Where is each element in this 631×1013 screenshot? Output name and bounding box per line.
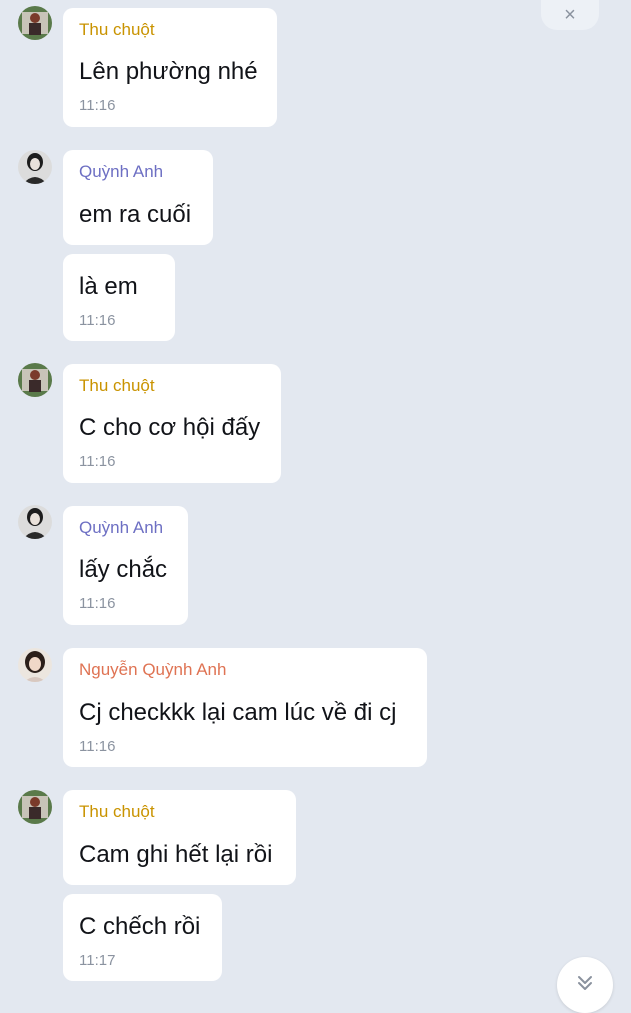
message-time: 11:16 [79, 453, 116, 470]
scroll-to-bottom-button[interactable] [557, 957, 613, 1013]
avatar-photo-icon [18, 648, 52, 682]
avatar-photo-icon [18, 6, 52, 40]
message-sender: Thu chuột [79, 376, 155, 395]
message-bubble[interactable]: Quỳnh Anh em ra cuối [63, 150, 213, 245]
message-text: Cj checkkk lại cam lúc về đi cj [79, 699, 397, 726]
message-text: là em [79, 273, 138, 300]
avatar-quynh-anh[interactable] [18, 505, 52, 539]
chat-message-list[interactable]: × Thu chuột Lên phường nhé 11:16 Quỳnh A… [0, 0, 631, 1013]
message-time: 11:16 [79, 312, 116, 329]
message-bubble[interactable]: Thu chuột Lên phường nhé 11:16 [63, 8, 277, 127]
avatar-thu-chuot[interactable] [18, 6, 52, 40]
message-bubble[interactable]: Thu chuột C cho cơ hội đấy 11:16 [63, 364, 281, 483]
double-chevron-down-icon [578, 976, 592, 990]
close-icon: × [564, 4, 576, 26]
avatar-photo-icon [18, 150, 52, 184]
message-text: Cam ghi hết lại rồi [79, 841, 273, 868]
message-text: C chếch rồi [79, 913, 201, 940]
message-sender: Thu chuột [79, 802, 155, 821]
avatar-thu-chuot[interactable] [18, 790, 52, 824]
avatar-photo-icon [18, 790, 52, 824]
message-time: 11:16 [79, 97, 116, 114]
message-time: 11:16 [79, 738, 116, 755]
message-bubble[interactable]: Thu chuột Cam ghi hết lại rồi [63, 790, 296, 885]
message-sender: Thu chuột [79, 20, 155, 39]
avatar-photo-icon [18, 505, 52, 539]
message-bubble[interactable]: Quỳnh Anh lấy chắc 11:16 [63, 506, 188, 625]
message-time: 11:16 [79, 595, 116, 612]
message-sender: Quỳnh Anh [79, 518, 164, 537]
close-button[interactable]: × [541, 0, 599, 30]
message-text: em ra cuối [79, 201, 192, 228]
avatar-photo-icon [18, 363, 52, 397]
avatar-quynh-anh[interactable] [18, 150, 52, 184]
message-sender: Nguyễn Quỳnh Anh [79, 660, 227, 679]
avatar-thu-chuot[interactable] [18, 363, 52, 397]
message-text: Lên phường nhé [79, 58, 258, 85]
message-time: 11:17 [79, 952, 116, 969]
message-text: lấy chắc [79, 556, 168, 583]
message-sender: Quỳnh Anh [79, 162, 164, 181]
avatar-nguyen-quynh-anh[interactable] [18, 648, 52, 682]
message-text: C cho cơ hội đấy [79, 414, 261, 441]
message-bubble[interactable]: Nguyễn Quỳnh Anh Cj checkkk lại cam lúc … [63, 648, 427, 767]
message-bubble[interactable]: C chếch rồi 11:17 [63, 894, 222, 981]
message-bubble[interactable]: là em 11:16 [63, 254, 175, 341]
